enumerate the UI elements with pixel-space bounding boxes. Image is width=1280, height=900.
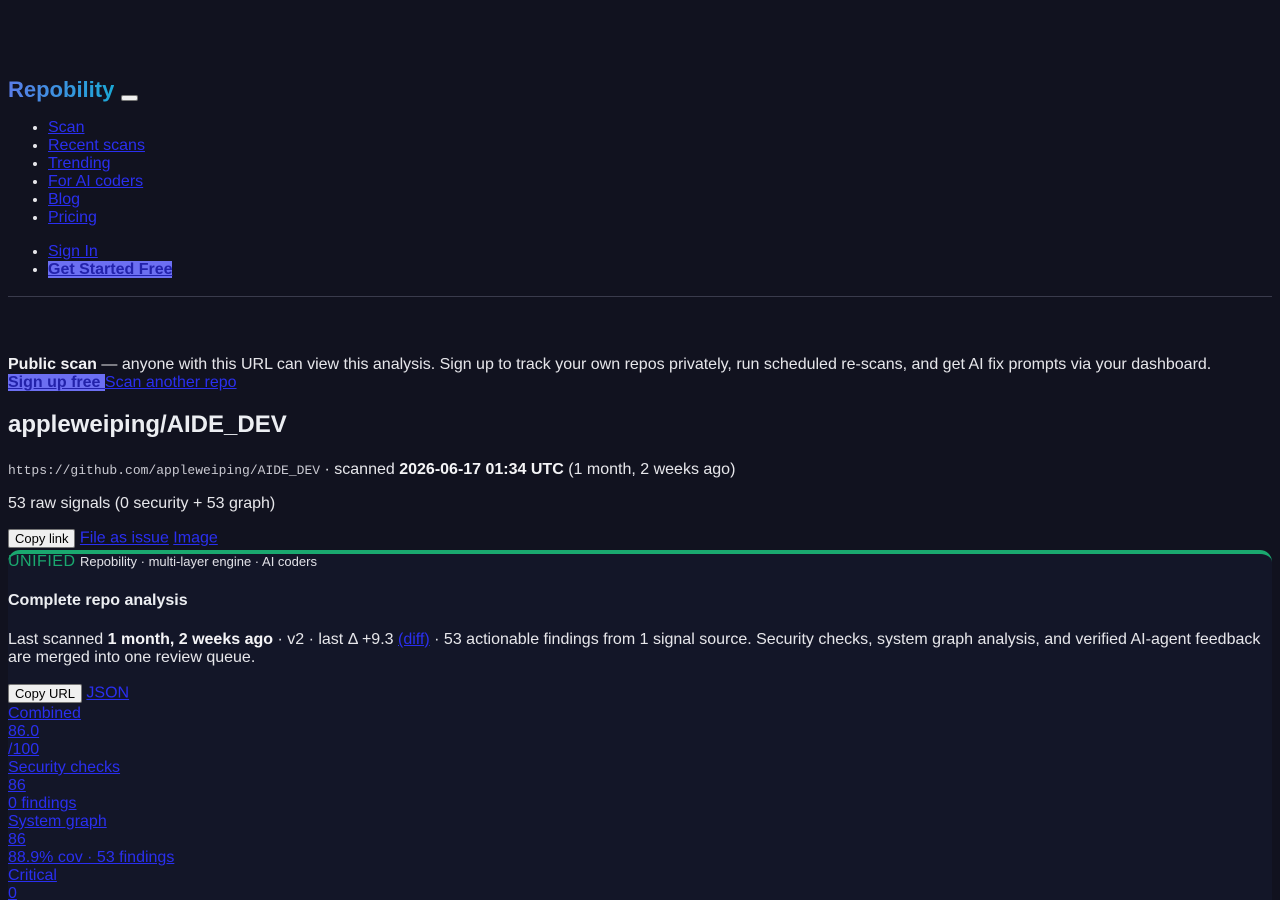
- stat-security-findings[interactable]: 0 findings: [8, 795, 174, 813]
- summary-mid: · v2 · last Δ +9.3: [273, 631, 398, 648]
- nav-link-blog[interactable]: Blog: [48, 191, 80, 208]
- stat-security-label[interactable]: Security checks: [8, 759, 174, 777]
- stat-graph-label[interactable]: System graph: [8, 813, 174, 831]
- brand-logo[interactable]: Repobility: [8, 77, 114, 103]
- sign-in-link[interactable]: Sign In: [48, 243, 98, 260]
- scan-meta: https://github.com/appleweiping/AIDE_DEV…: [8, 460, 735, 481]
- notice-text: — anyone with this URL can view this ana…: [96, 356, 1212, 373]
- nav-link-scan[interactable]: Scan: [48, 119, 84, 136]
- copy-url-button[interactable]: Copy URL: [8, 684, 82, 703]
- public-scan-notice: Public scan — anyone with this URL can v…: [8, 356, 1272, 392]
- nav-link-recent-scans[interactable]: Recent scans: [48, 137, 145, 154]
- panel-header: UNIFIED Repobility · multi-layer engine …: [8, 552, 317, 572]
- scanned-prefix: · scanned: [320, 461, 400, 478]
- sign-up-free-button[interactable]: Sign up free: [8, 374, 105, 391]
- page: Repobility Scan Recent scans Trending Fo…: [0, 0, 1280, 900]
- get-started-button[interactable]: Get Started Free: [48, 261, 173, 278]
- stat-combined-label[interactable]: Combined: [8, 705, 174, 723]
- panel-actions: Copy URL JSON: [8, 684, 129, 703]
- stat-critical-count[interactable]: 0: [8, 885, 174, 900]
- auth-nav: Sign In Get Started Free: [8, 243, 173, 279]
- stat-combined-score[interactable]: 86.0: [8, 723, 174, 741]
- summary-prefix: Last scanned: [8, 631, 108, 648]
- analysis-summary: Last scanned 1 month, 2 weeks ago · v2 ·…: [8, 631, 1272, 667]
- nav-item: Sign In: [48, 243, 172, 261]
- stat-graph-score[interactable]: 86: [8, 831, 174, 849]
- repo-url: https://github.com/appleweiping/AIDE_DEV: [8, 463, 321, 478]
- scanned-at: 2026-06-17 01:34 UTC: [399, 461, 564, 478]
- nav-link-pricing[interactable]: Pricing: [48, 209, 97, 226]
- diff-link[interactable]: (diff): [398, 631, 430, 648]
- stat-combined-max[interactable]: /100: [8, 741, 174, 759]
- score-stats: Combined 86.0 /100 Security checks 86 0 …: [8, 705, 174, 900]
- summary-time: 1 month, 2 weeks ago: [107, 631, 274, 648]
- nav-item: Pricing: [48, 209, 145, 227]
- nav-link-trending[interactable]: Trending: [48, 155, 111, 172]
- nav-item: Blog: [48, 191, 145, 209]
- repo-title: appleweiping/AIDE_DEV: [8, 411, 287, 438]
- notice-strong: Public scan: [8, 356, 97, 373]
- json-link[interactable]: JSON: [86, 685, 129, 702]
- nav-link-for-ai-coders[interactable]: For AI coders: [48, 173, 143, 190]
- share-actions: Copy link File as issue Image: [8, 529, 218, 548]
- unified-badge: UNIFIED: [8, 553, 76, 570]
- scan-another-repo-link[interactable]: Scan another repo: [105, 374, 237, 391]
- copy-link-button[interactable]: Copy link: [8, 529, 76, 548]
- nav-item: For AI coders: [48, 173, 145, 191]
- nav-item: Scan: [48, 119, 145, 137]
- stat-critical-label[interactable]: Critical: [8, 867, 174, 885]
- analysis-panel: [8, 550, 1272, 900]
- main-nav: Scan Recent scans Trending For AI coders…: [8, 119, 145, 227]
- engine-label: Repobility · multi-layer engine · AI cod…: [79, 554, 317, 569]
- raw-signals: 53 raw signals (0 security + 53 graph): [8, 495, 276, 512]
- nav-item: Get Started Free: [48, 261, 173, 279]
- stat-security-score[interactable]: 86: [8, 777, 174, 795]
- scanned-ago: (1 month, 2 weeks ago): [563, 461, 736, 478]
- file-as-issue-link[interactable]: File as issue: [80, 530, 169, 547]
- nav-item: Trending: [48, 155, 145, 173]
- stat-graph-coverage[interactable]: 88.9% cov · 53 findings: [8, 849, 174, 867]
- panel-title: Complete repo analysis: [8, 592, 188, 609]
- menu-toggle-button[interactable]: [121, 95, 138, 101]
- image-link[interactable]: Image: [173, 530, 217, 547]
- nav-item: Recent scans: [48, 137, 145, 155]
- header-divider: [8, 296, 1272, 297]
